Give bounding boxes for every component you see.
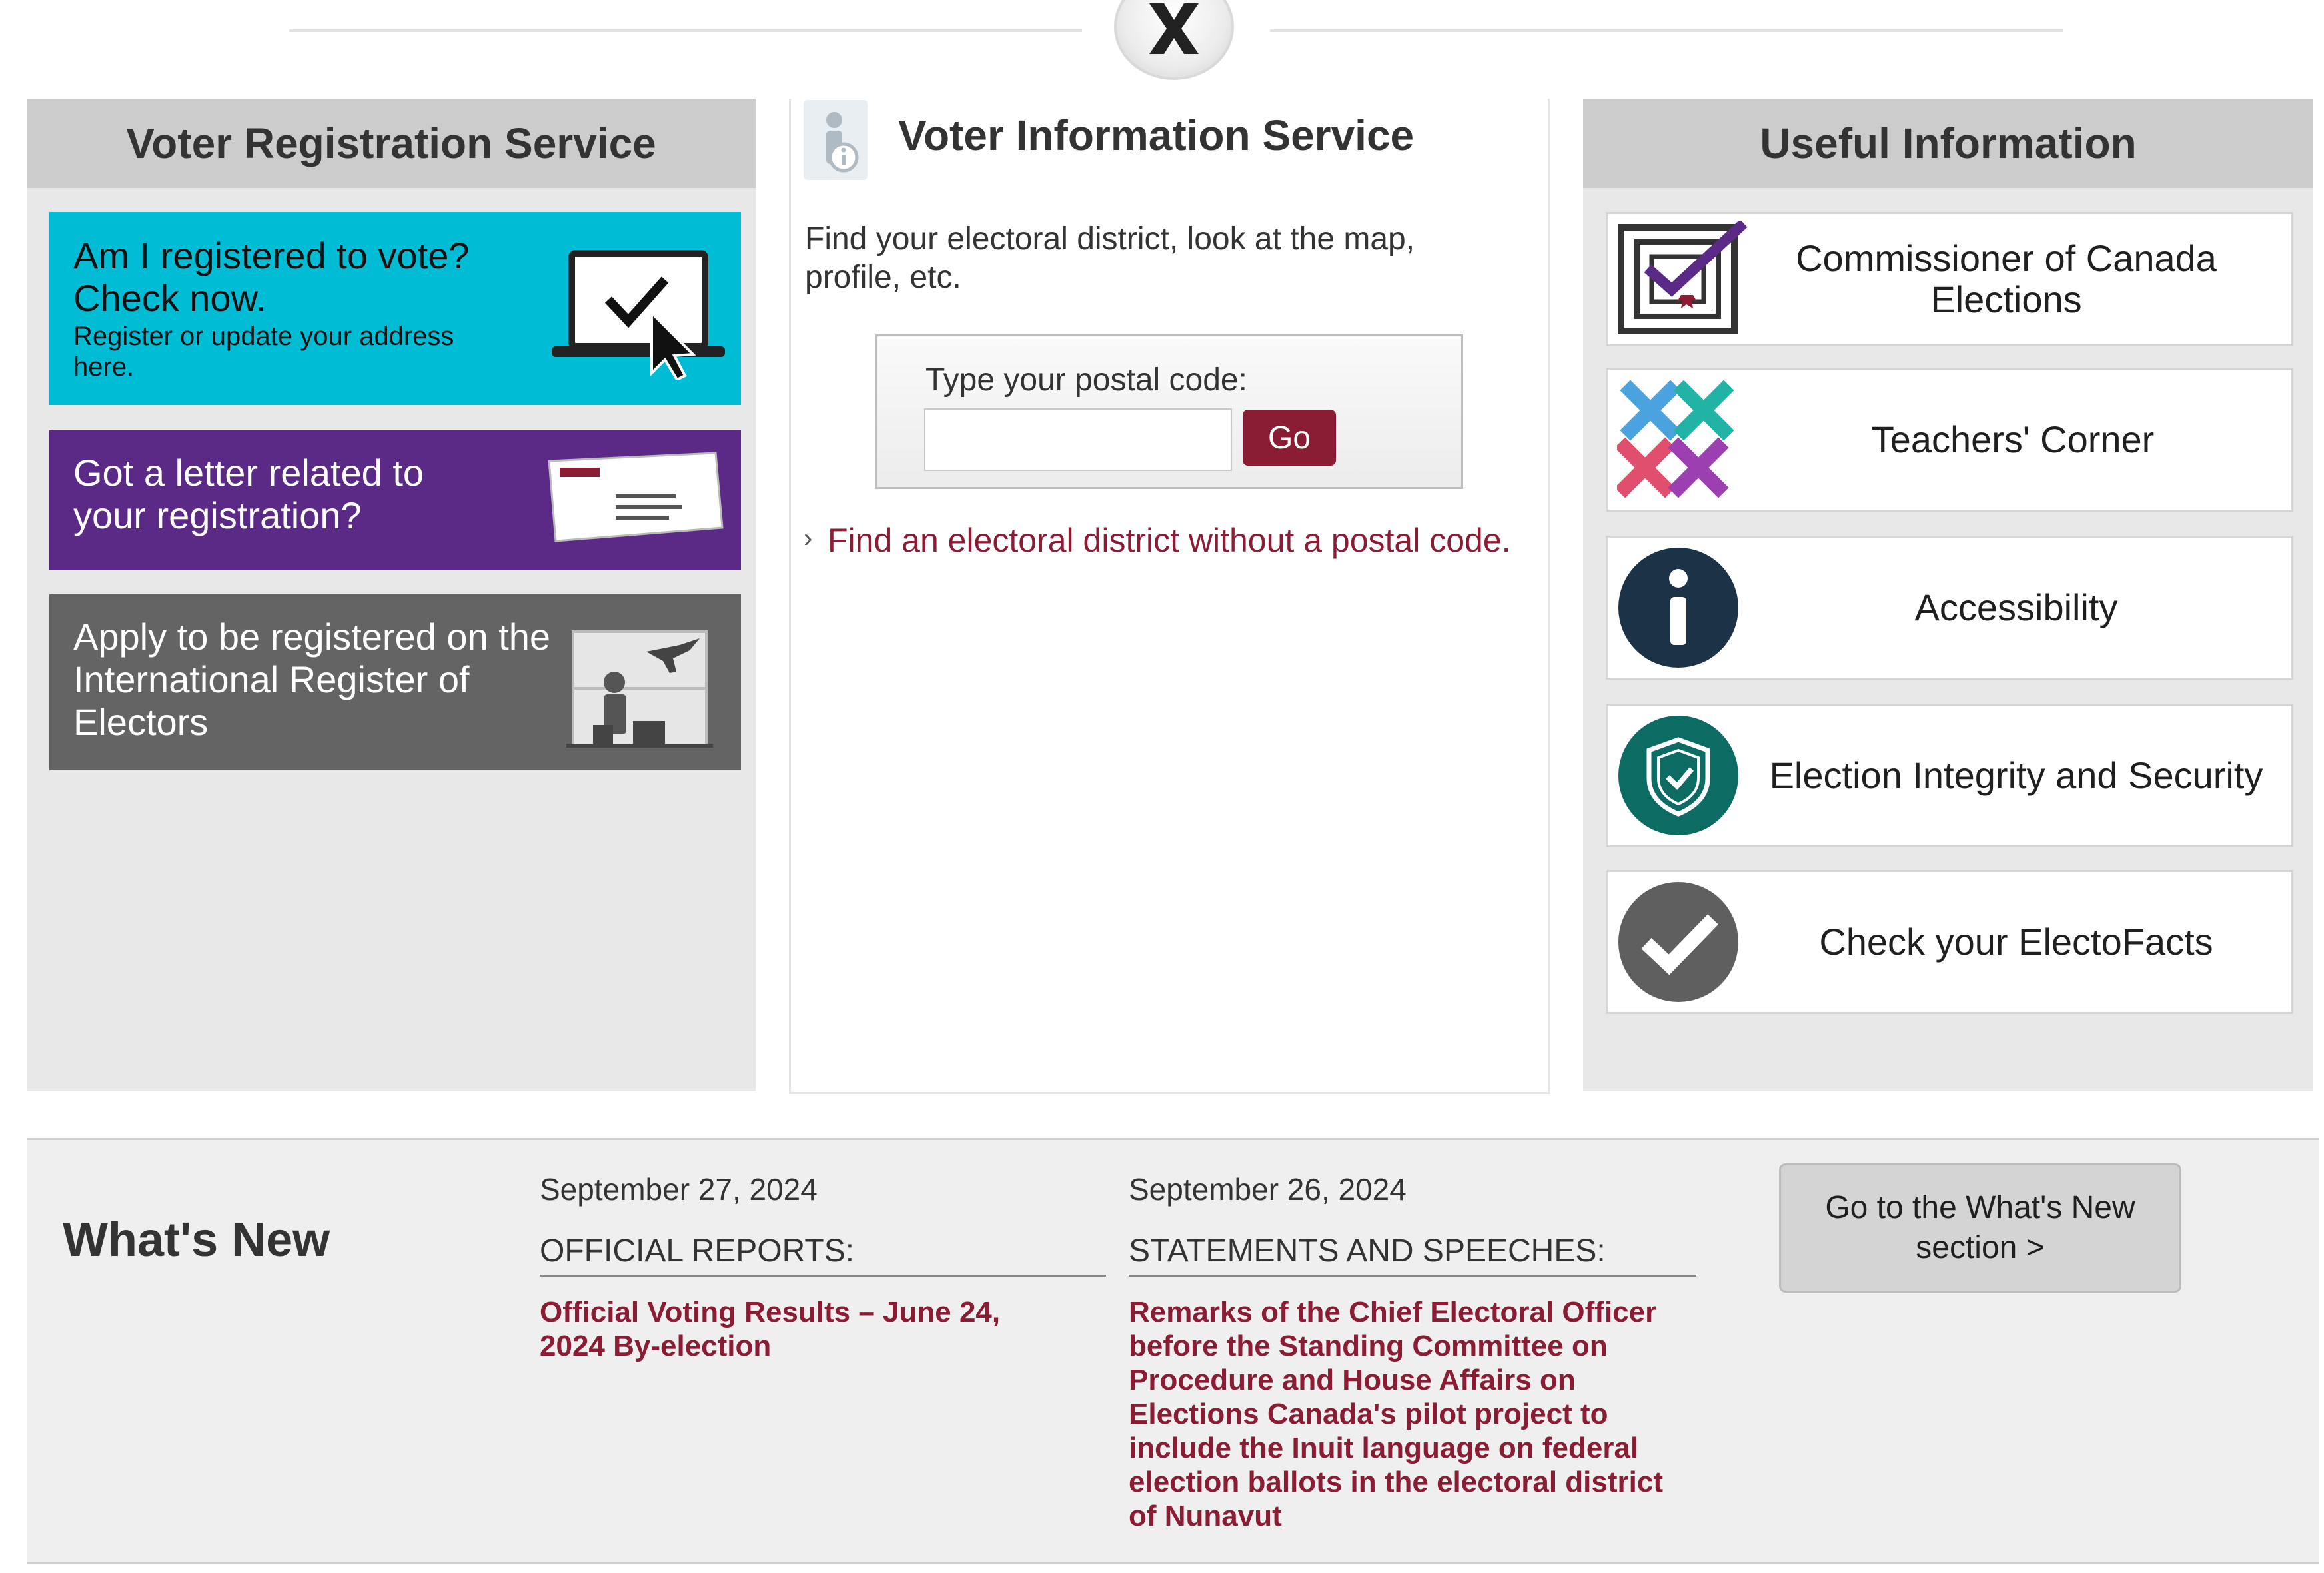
electofacts-label: Check your ElectoFacts bbox=[1819, 921, 2213, 963]
teachers-corner-label: Teachers' Corner bbox=[1871, 418, 2155, 460]
find-district-without-postal-link[interactable]: Find an electoral district without a pos… bbox=[828, 521, 1511, 560]
find-district-link-marker: › bbox=[804, 524, 813, 553]
check-registration-subtitle: Register or update your address here. bbox=[73, 322, 454, 382]
letter-registration-card[interactable]: Got a letter related to your registratio… bbox=[49, 430, 741, 570]
international-register-title: Apply to be registered on the Internatio… bbox=[73, 616, 551, 743]
checkmark-circle-icon bbox=[1618, 882, 1738, 1002]
news-date: September 26, 2024 bbox=[1129, 1172, 1407, 1207]
voter-information-description: Find your electoral district, look at th… bbox=[805, 221, 1415, 295]
international-register-card[interactable]: Apply to be registered on the Internatio… bbox=[49, 594, 741, 770]
go-button[interactable]: Go bbox=[1243, 410, 1336, 466]
postal-code-input[interactable] bbox=[924, 408, 1232, 471]
check-registration-card[interactable]: Am I registered to vote? Check now. Regi… bbox=[49, 212, 741, 405]
postal-code-form: Type your postal code: Go bbox=[875, 334, 1463, 489]
news-category: OFFICIAL REPORTS: bbox=[540, 1233, 1106, 1277]
traveler-airport-icon bbox=[566, 630, 713, 748]
news-date: September 27, 2024 bbox=[540, 1172, 818, 1207]
info-circle-icon bbox=[1618, 548, 1738, 668]
useful-information-title: Useful Information bbox=[1583, 99, 2313, 188]
teachers-corner-link[interactable]: Teachers' Corner bbox=[1606, 368, 2293, 512]
accessibility-link[interactable]: Accessibility bbox=[1606, 536, 2293, 680]
letter-registration-title: Got a letter related to your registratio… bbox=[73, 452, 424, 536]
commissioner-link[interactable]: Commissioner of Canada Elections bbox=[1606, 212, 2293, 346]
voter-information-title: Voter Information Service bbox=[898, 111, 1415, 159]
top-divider-left bbox=[289, 29, 1082, 32]
postal-code-label: Type your postal code: bbox=[925, 362, 1247, 398]
go-to-whats-new-button[interactable]: Go to the What's New section > bbox=[1779, 1163, 2181, 1293]
elections-emblem-icon bbox=[1114, 0, 1234, 80]
person-info-icon bbox=[804, 100, 868, 180]
check-registration-title: Am I registered to vote? Check now. bbox=[73, 235, 470, 319]
news-link[interactable]: Remarks of the Chief Electoral Officer b… bbox=[1129, 1295, 1688, 1533]
commissioner-label: Commissioner of Canada Elections bbox=[1796, 237, 2217, 320]
envelope-letter-icon bbox=[548, 452, 724, 542]
shield-check-icon bbox=[1618, 716, 1738, 835]
election-integrity-link[interactable]: Election Integrity and Security bbox=[1606, 704, 2293, 847]
electofacts-link[interactable]: Check your ElectoFacts bbox=[1606, 870, 2293, 1014]
laptop-checkmark-icon bbox=[552, 250, 725, 380]
voter-registration-title: Voter Registration Service bbox=[27, 99, 756, 188]
top-divider-right bbox=[1270, 29, 2063, 32]
news-link[interactable]: Official Voting Results – June 24, 2024 … bbox=[540, 1295, 1046, 1363]
commissioner-logo-icon bbox=[1618, 221, 1748, 334]
accessibility-label: Accessibility bbox=[1914, 586, 2118, 628]
news-category: STATEMENTS AND SPEECHES: bbox=[1129, 1233, 1696, 1277]
teachers-x-icon bbox=[1617, 380, 1734, 498]
election-integrity-label: Election Integrity and Security bbox=[1769, 754, 2263, 796]
whats-new-title: What's New bbox=[63, 1213, 330, 1267]
